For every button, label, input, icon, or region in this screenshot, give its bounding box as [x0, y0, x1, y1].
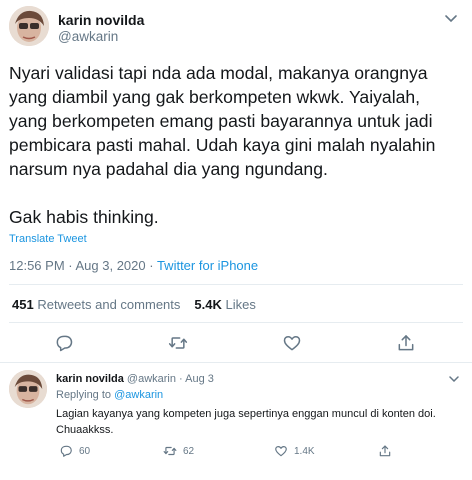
tweet-text-paragraph-1: Nyari validasi tapi nda ada modal, makan… [9, 63, 436, 179]
reply-icon [60, 445, 72, 457]
likes-count: 5.4K [194, 297, 222, 312]
tweet-source-link[interactable]: Twitter for iPhone [157, 258, 258, 273]
meta-separator: · [176, 373, 186, 385]
reply-actions: 60 62 1.4K [0, 443, 472, 459]
tweet-text: Nyari validasi tapi nda ada modal, makan… [9, 61, 464, 229]
likes-stat[interactable]: 5.4K Likes [194, 297, 255, 312]
retweet-icon [163, 446, 177, 456]
tweet-actions [0, 333, 472, 357]
reply-author-handle[interactable]: @awkarin [127, 373, 176, 385]
meta-separator: · [145, 258, 157, 273]
translate-tweet-link[interactable]: Translate Tweet [9, 233, 87, 245]
reply-author-name[interactable]: karin novilda [56, 373, 124, 385]
share-icon [398, 335, 414, 351]
reply-like-button[interactable]: 1.4K [274, 443, 315, 459]
tweet-metadata: 12:56 PM · Aug 3, 2020 · Twitter for iPh… [9, 258, 258, 273]
reply-share-button[interactable] [378, 443, 392, 459]
caret-down-icon[interactable] [448, 375, 460, 384]
divider [9, 284, 463, 285]
retweets-count: 451 [12, 297, 34, 312]
share-button[interactable] [396, 333, 416, 353]
share-icon [379, 445, 391, 457]
reply-retweet-button[interactable]: 62 [163, 443, 194, 459]
reply-date[interactable]: Aug 3 [185, 373, 214, 385]
reply-reply-button[interactable]: 60 [59, 443, 90, 459]
tweet-stats: 451 Retweets and comments 5.4K Likes [12, 297, 256, 312]
likes-label: Likes [225, 297, 256, 312]
author-handle[interactable]: @awkarin [58, 29, 118, 44]
caret-down-icon[interactable] [444, 14, 458, 24]
divider [9, 322, 463, 323]
tweet-text-paragraph-2: Gak habis thinking. [9, 207, 159, 227]
reply-icon [56, 335, 73, 352]
retweet-icon [168, 337, 188, 349]
reply-like-count: 1.4K [294, 445, 315, 457]
retweets-stat[interactable]: 451 Retweets and comments [12, 297, 180, 312]
replying-to: Replying to @awkarin [56, 389, 163, 401]
tweet-time[interactable]: 12:56 PM [9, 258, 65, 273]
reply-author-avatar[interactable] [9, 370, 47, 408]
meta-separator: · [64, 258, 76, 273]
replying-to-prefix: Replying to [56, 389, 115, 401]
section-separator [0, 362, 472, 363]
like-icon [283, 336, 301, 351]
retweets-label: Retweets and comments [37, 297, 181, 312]
retweet-button[interactable] [168, 333, 188, 353]
author-name[interactable]: karin novilda [58, 12, 144, 28]
like-icon [275, 446, 287, 457]
replying-to-mention[interactable]: @awkarin [114, 389, 163, 401]
tweet-date[interactable]: Aug 3, 2020 [76, 258, 146, 273]
like-button[interactable] [282, 333, 302, 353]
reply-header: karin novilda @awkarin · Aug 3 [56, 373, 214, 385]
reply-button[interactable] [54, 333, 74, 353]
reply-retweet-count: 62 [183, 445, 195, 457]
author-avatar[interactable] [9, 6, 49, 46]
main-tweet: karin novilda @awkarin Nyari validasi ta… [0, 0, 472, 362]
reply-reply-count: 60 [79, 445, 91, 457]
reply-text: Lagian kayanya yang kompeten juga sepert… [56, 408, 436, 436]
